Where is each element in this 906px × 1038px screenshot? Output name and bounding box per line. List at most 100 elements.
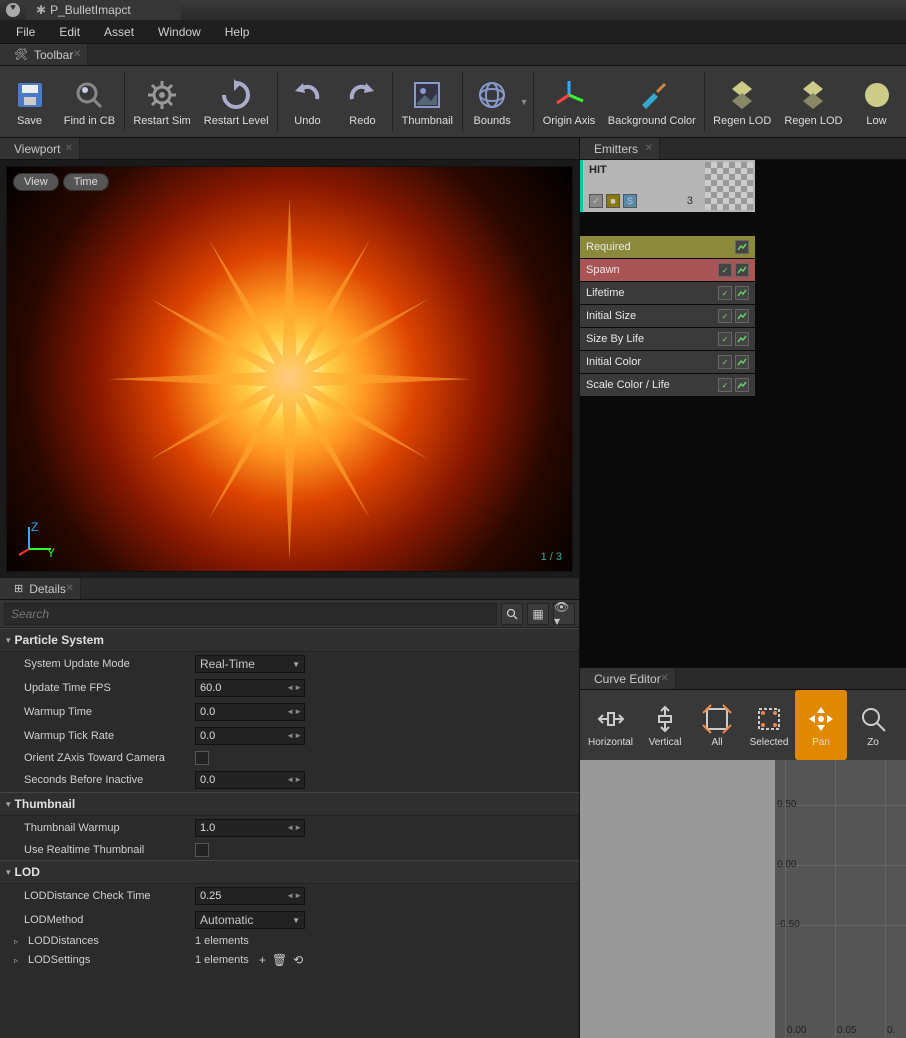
module-enable-icon[interactable]: ✓ bbox=[718, 263, 732, 277]
view-menu-button[interactable]: View bbox=[13, 173, 59, 191]
property-row: Update Time FPS60.0◄► bbox=[0, 676, 579, 700]
property-input[interactable]: 0.0◄► bbox=[195, 727, 305, 745]
undo-button[interactable]: Undo bbox=[280, 66, 335, 137]
time-menu-button[interactable]: Time bbox=[63, 173, 109, 191]
close-icon[interactable]: ✕ bbox=[66, 583, 74, 594]
emitter-render-icon[interactable]: S bbox=[623, 194, 637, 208]
emitters-body[interactable]: HIT ✓ ■ S 3 RequiredSpawn✓Lifetime✓Initi… bbox=[580, 160, 906, 667]
spinner-icon[interactable]: ◄► bbox=[286, 893, 302, 899]
curve-selected-button[interactable]: Selected bbox=[743, 690, 795, 760]
property-input[interactable]: 0.0◄► bbox=[195, 703, 305, 721]
emitter-column[interactable]: HIT ✓ ■ S 3 RequiredSpawn✓Lifetime✓Initi… bbox=[580, 160, 755, 667]
viewport[interactable]: View Time Z Y 1 / 3 bbox=[6, 166, 573, 572]
trash-icon[interactable]: 🗑 bbox=[272, 953, 287, 967]
save-button[interactable]: Save bbox=[2, 66, 57, 137]
thumbnail-button[interactable]: Thumbnail bbox=[395, 66, 460, 137]
module-graph-icon[interactable] bbox=[735, 309, 749, 323]
property-combo[interactable]: Automatic▼ bbox=[195, 911, 305, 929]
menu-edit[interactable]: Edit bbox=[47, 22, 92, 42]
property-checkbox[interactable] bbox=[195, 751, 209, 765]
x-tick-label: 0. bbox=[887, 1025, 895, 1036]
module-scale-color-life[interactable]: Scale Color / Life✓ bbox=[580, 374, 755, 397]
property-input[interactable]: 0.25◄► bbox=[195, 887, 305, 905]
toolbar-tab[interactable]: 🛠 Toolbar ✕ bbox=[0, 44, 88, 65]
close-icon[interactable]: ✕ bbox=[73, 49, 81, 60]
curve-graph[interactable]: 0.500.00-0.500.000.050. bbox=[580, 760, 906, 1038]
property-label[interactable]: ▹LODDistances bbox=[6, 935, 191, 947]
module-lifetime[interactable]: Lifetime✓ bbox=[580, 282, 755, 305]
module-enable-icon[interactable]: ✓ bbox=[718, 309, 732, 323]
property-row: Orient ZAxis Toward Camera bbox=[0, 748, 579, 768]
grid-view-icon[interactable]: ▦ bbox=[527, 603, 549, 625]
property-combo[interactable]: Real-Time▼ bbox=[195, 655, 305, 673]
reset-icon[interactable]: ⟲ bbox=[293, 953, 303, 967]
low-button[interactable]: Low bbox=[849, 66, 904, 137]
curve-zo-button[interactable]: Zo bbox=[847, 690, 899, 760]
module-graph-icon[interactable] bbox=[735, 263, 749, 277]
restart-sim-button[interactable]: Restart Sim bbox=[127, 66, 198, 137]
property-checkbox[interactable] bbox=[195, 843, 209, 857]
module-graph-icon[interactable] bbox=[735, 355, 749, 369]
spinner-icon[interactable]: ◄► bbox=[286, 685, 302, 691]
document-tab[interactable]: ✱ P_BulletImapct bbox=[26, 0, 181, 20]
module-graph-icon[interactable] bbox=[735, 378, 749, 392]
category-thumbnail[interactable]: ▾Thumbnail bbox=[0, 792, 579, 816]
close-icon[interactable]: ✕ bbox=[660, 673, 668, 684]
module-spawn[interactable]: Spawn✓ bbox=[580, 259, 755, 282]
property-input[interactable]: 0.0◄► bbox=[195, 771, 305, 789]
spinner-icon[interactable]: ◄► bbox=[286, 709, 302, 715]
background-color-button[interactable]: Background Color bbox=[602, 66, 702, 137]
menu-asset[interactable]: Asset bbox=[92, 22, 146, 42]
category-lod[interactable]: ▾LOD bbox=[0, 860, 579, 884]
module-graph-icon[interactable] bbox=[735, 332, 749, 346]
search-icon[interactable] bbox=[501, 603, 523, 625]
curve-all-button[interactable]: All bbox=[691, 690, 743, 760]
module-graph-icon[interactable] bbox=[735, 240, 749, 254]
add-icon[interactable]: + bbox=[259, 953, 266, 967]
module-initial-color[interactable]: Initial Color✓ bbox=[580, 351, 755, 374]
curve-editor-tab[interactable]: Curve Editor ✕ bbox=[580, 668, 676, 689]
regen-lod-button[interactable]: Regen LOD bbox=[707, 66, 778, 137]
redo-button[interactable]: Redo bbox=[335, 66, 390, 137]
emitter-header[interactable]: HIT ✓ ■ S 3 bbox=[580, 160, 755, 212]
bounds-button[interactable]: Bounds bbox=[465, 66, 520, 137]
module-enable-icon[interactable]: ✓ bbox=[718, 286, 732, 300]
emitter-toggle-icon[interactable]: ✓ bbox=[589, 194, 603, 208]
origin-axis-button[interactable]: Origin Axis bbox=[536, 66, 602, 137]
module-size-by-life[interactable]: Size By Life✓ bbox=[580, 328, 755, 351]
module-enable-icon[interactable]: ✓ bbox=[718, 332, 732, 346]
curve-horizontal-button[interactable]: Horizontal bbox=[582, 690, 639, 760]
curve-vertical-button[interactable]: Vertical bbox=[639, 690, 691, 760]
property-row: LODMethod Automatic▼ bbox=[0, 908, 579, 932]
spinner-icon[interactable]: ◄► bbox=[286, 777, 302, 783]
menu-help[interactable]: Help bbox=[213, 22, 262, 42]
property-label[interactable]: ▹LODSettings bbox=[6, 954, 191, 966]
spinner-icon[interactable]: ◄► bbox=[286, 733, 302, 739]
property-input[interactable]: 1.0◄► bbox=[195, 819, 305, 837]
module-initial-size[interactable]: Initial Size✓ bbox=[580, 305, 755, 328]
restart-level-button[interactable]: Restart Level bbox=[197, 66, 275, 137]
module-enable-icon[interactable]: ✓ bbox=[718, 355, 732, 369]
chevron-down-icon: ▼ bbox=[292, 660, 300, 669]
search-input[interactable] bbox=[4, 603, 497, 625]
property-input[interactable]: 60.0◄► bbox=[195, 679, 305, 697]
find-in-cb-button[interactable]: Find in CB bbox=[57, 66, 122, 137]
emitters-tab[interactable]: Emitters ✕ bbox=[580, 138, 660, 159]
details-tab[interactable]: ⊞ Details ✕ bbox=[0, 578, 81, 599]
close-icon[interactable]: ✕ bbox=[645, 143, 653, 154]
module-graph-icon[interactable] bbox=[735, 286, 749, 300]
module-enable-icon[interactable]: ✓ bbox=[718, 378, 732, 392]
menu-window[interactable]: Window bbox=[146, 22, 213, 42]
category-particle-system[interactable]: ▾Particle System bbox=[0, 628, 579, 652]
close-icon[interactable]: ✕ bbox=[65, 143, 73, 154]
module-required[interactable]: Required bbox=[580, 236, 755, 259]
curve-pan-button[interactable]: Pan bbox=[795, 690, 847, 760]
spinner-icon[interactable]: ◄► bbox=[286, 825, 302, 831]
emitter-solo-icon[interactable]: ■ bbox=[606, 194, 620, 208]
menu-file[interactable]: File bbox=[4, 22, 47, 42]
property-label: LODMethod bbox=[6, 914, 191, 926]
dropdown-arrow-icon[interactable]: ▼ bbox=[520, 66, 531, 137]
eye-icon[interactable]: 👁 ▾ bbox=[553, 603, 575, 625]
viewport-tab[interactable]: Viewport ✕ bbox=[0, 138, 80, 159]
regen-lod-button[interactable]: Regen LOD bbox=[778, 66, 849, 137]
